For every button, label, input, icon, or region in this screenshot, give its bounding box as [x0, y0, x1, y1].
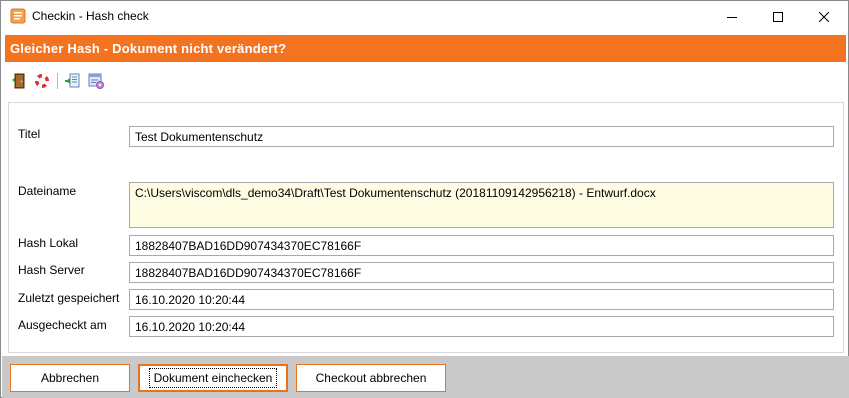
form-settings-button[interactable] — [87, 72, 105, 90]
dialog-heading: Gleicher Hash - Dokument nicht verändert… — [10, 41, 287, 56]
abbrechen-label: Abbrechen — [40, 371, 100, 385]
hash-lokal-label: Hash Lokal — [18, 236, 79, 250]
form-settings-icon — [88, 73, 104, 89]
hash-server-field[interactable]: 18828407BAD16DD907434370EC78166F — [129, 262, 834, 283]
window-title: Checkin - Hash check — [32, 9, 149, 23]
dokument-einchecken-label: Dokument einchecken — [148, 368, 278, 388]
document-import-icon — [65, 73, 80, 88]
dialog-header: Gleicher Hash - Dokument nicht verändert… — [5, 35, 846, 62]
checkin-dialog: Checkin - Hash check Gleicher Hash - Dok… — [0, 0, 849, 398]
app-icon — [10, 8, 26, 24]
ausgecheckt-field[interactable]: 16.10.2020 10:20:44 — [129, 316, 834, 337]
titel-label: Titel — [18, 127, 41, 141]
hash-server-label: Hash Server — [18, 263, 85, 277]
zuletzt-gespeichert-label: Zuletzt gespeichert — [18, 291, 120, 305]
button-bar: Abbrechen Dokument einchecken Checkout a… — [2, 356, 849, 398]
dateiname-label: Dateiname — [18, 184, 77, 198]
titel-field[interactable]: Test Dokumentenschutz — [129, 126, 834, 147]
close-button[interactable] — [801, 1, 847, 32]
form-panel: Titel Test Dokumentenschutz Dateiname C:… — [8, 102, 844, 353]
checkout-abbrechen-button[interactable]: Checkout abbrechen — [296, 364, 446, 392]
dateiname-field[interactable]: C:\Users\viscom\dls_demo34\Draft\Test Do… — [129, 182, 834, 228]
help-button[interactable] — [33, 72, 51, 90]
door-exit-icon — [12, 73, 25, 89]
maximize-button[interactable] — [755, 1, 801, 32]
exit-button[interactable] — [11, 72, 29, 90]
checkout-abbrechen-label: Checkout abbrechen — [315, 371, 427, 385]
zuletzt-gespeichert-field[interactable]: 16.10.2020 10:20:44 — [129, 289, 834, 310]
title-bar[interactable]: Checkin - Hash check — [1, 1, 848, 32]
close-icon — [819, 11, 829, 22]
dokument-einchecken-button[interactable]: Dokument einchecken — [138, 364, 288, 392]
minimize-button[interactable] — [709, 1, 755, 32]
import-button[interactable] — [64, 72, 82, 90]
minimize-icon — [727, 16, 737, 18]
toolbar — [5, 67, 846, 97]
hash-lokal-field[interactable]: 18828407BAD16DD907434370EC78166F — [129, 235, 834, 256]
abbrechen-button[interactable]: Abbrechen — [10, 364, 130, 392]
toolbar-separator — [57, 73, 58, 89]
ausgecheckt-label: Ausgecheckt am — [18, 318, 107, 332]
maximize-icon — [773, 11, 783, 22]
lifebuoy-icon — [34, 73, 50, 89]
